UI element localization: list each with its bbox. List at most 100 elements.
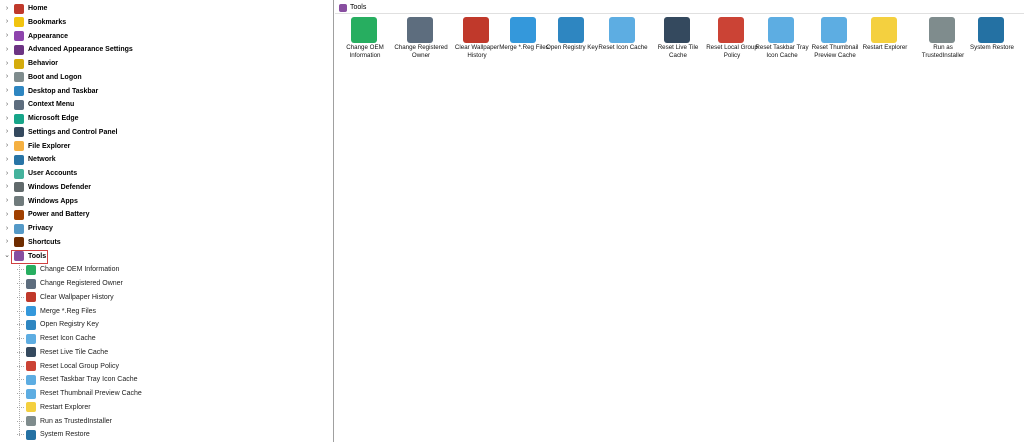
tree-item-settings-and-control-panel[interactable]: › Settings and Control Panel bbox=[2, 126, 332, 139]
chevron-right-icon[interactable]: › bbox=[4, 197, 10, 205]
tree-subitem-change-oem-information[interactable]: Change OEM Information bbox=[2, 263, 332, 276]
merge-reg-files-icon bbox=[26, 306, 36, 316]
tile-change-registered-owner[interactable]: Change Registered Owner bbox=[393, 15, 449, 63]
merge-reg-files-icon bbox=[510, 17, 536, 43]
chevron-right-icon[interactable]: › bbox=[4, 101, 10, 109]
chevron-right-icon[interactable]: › bbox=[4, 60, 10, 68]
chevron-right-icon[interactable]: › bbox=[4, 170, 10, 178]
tree-item-context-menu[interactable]: › Context Menu bbox=[2, 98, 332, 111]
tree-item-advanced-appearance-settings[interactable]: › Advanced Appearance Settings bbox=[2, 43, 332, 56]
tree-subitem-label: System Restore bbox=[40, 431, 90, 439]
tree-subitem-open-registry-key[interactable]: Open Registry Key bbox=[2, 318, 332, 331]
open-registry-key-icon bbox=[558, 17, 584, 43]
tree-subitem-system-restore[interactable]: System Restore bbox=[2, 428, 332, 441]
tile-reset-live-tile-cache[interactable]: Reset Live Tile Cache bbox=[650, 15, 706, 63]
tree-item-microsoft-edge[interactable]: › Microsoft Edge bbox=[2, 112, 332, 125]
tile-reset-icon-cache[interactable]: Reset Icon Cache bbox=[595, 15, 651, 63]
tree-item-network[interactable]: › Network bbox=[2, 153, 332, 166]
chevron-right-icon[interactable]: › bbox=[4, 183, 10, 191]
clear-wallpaper-history-icon bbox=[26, 292, 36, 303]
tree-subitem-label: Run as TrustedInstaller bbox=[40, 417, 112, 425]
chevron-down-icon[interactable]: ⌄ bbox=[4, 252, 10, 260]
chevron-right-icon[interactable]: › bbox=[4, 5, 10, 13]
chevron-right-icon[interactable]: › bbox=[4, 211, 10, 219]
chevron-right-icon[interactable]: › bbox=[4, 32, 10, 40]
tree-subitem-label: Merge *.Reg Files bbox=[40, 307, 97, 315]
tree-item-windows-apps[interactable]: › Windows Apps bbox=[2, 195, 332, 208]
tree-subitem-label: Change OEM Information bbox=[40, 266, 120, 274]
change-registered-owner-icon bbox=[407, 17, 433, 43]
tree-item-label: Home bbox=[28, 5, 48, 12]
tile-reset-thumbnail-preview-cache[interactable]: Reset Thumbnail Preview Cache bbox=[807, 15, 863, 63]
tree-connector bbox=[17, 365, 24, 367]
tree-subitem-merge-reg-files[interactable]: Merge *.Reg Files bbox=[2, 305, 332, 318]
tree-connector bbox=[17, 351, 24, 353]
user-accounts-icon bbox=[14, 168, 24, 179]
tree-subitem-clear-wallpaper-history[interactable]: Clear Wallpaper History bbox=[2, 291, 332, 304]
tree-item-file-explorer[interactable]: › File Explorer bbox=[2, 140, 332, 153]
tree-connector bbox=[17, 310, 24, 312]
settings-and-control-panel-icon bbox=[14, 127, 24, 138]
tree-item-label: Privacy bbox=[28, 225, 53, 232]
tree-subitem-reset-local-group-policy[interactable]: Reset Local Group Policy bbox=[2, 360, 332, 373]
navigation-tree: › Home › Bookmarks › Appearance › Advanced Appe… bbox=[2, 0, 334, 442]
tree-item-appearance[interactable]: › Appearance bbox=[2, 30, 332, 43]
tree-item-desktop-and-taskbar[interactable]: › Desktop and Taskbar bbox=[2, 85, 332, 98]
tile-label: Run as TrustedInstaller bbox=[921, 44, 965, 59]
chevron-right-icon[interactable]: › bbox=[4, 87, 10, 95]
tree-item-behavior[interactable]: › Behavior bbox=[2, 57, 332, 70]
chevron-right-icon[interactable]: › bbox=[4, 238, 10, 246]
tree-subitem-label: Reset Thumbnail Preview Cache bbox=[40, 390, 142, 397]
tile-label: Reset Live Tile Cache bbox=[657, 44, 699, 59]
tree-item-label: Power and Battery bbox=[28, 211, 90, 219]
tree-item-shortcuts[interactable]: › Shortcuts bbox=[2, 236, 332, 249]
open-registry-key-icon bbox=[26, 319, 36, 330]
tile-label: Restart Explorer bbox=[862, 44, 908, 51]
tile-reset-taskbar-tray-icon-cache[interactable]: Reset Taskbar Tray Icon Cache bbox=[754, 15, 810, 63]
tile-change-oem-information[interactable]: Change OEM Information bbox=[337, 15, 393, 63]
tree-item-privacy[interactable]: › Privacy bbox=[2, 222, 332, 235]
home-icon bbox=[14, 3, 24, 14]
tree-item-power-and-battery[interactable]: › Power and Battery bbox=[2, 208, 332, 221]
tile-label: Reset Thumbnail Preview Cache bbox=[811, 44, 859, 59]
tree-connector bbox=[17, 434, 24, 436]
chevron-right-icon[interactable]: › bbox=[4, 115, 10, 123]
reset-live-tile-cache-icon bbox=[664, 17, 690, 43]
tile-system-restore[interactable]: System Restore bbox=[964, 15, 1020, 63]
chevron-right-icon[interactable]: › bbox=[4, 18, 10, 26]
chevron-right-icon[interactable]: › bbox=[4, 142, 10, 150]
tree-item-user-accounts[interactable]: › User Accounts bbox=[2, 167, 332, 180]
tree-subitem-reset-taskbar-tray-icon-cache[interactable]: Reset Taskbar Tray Icon Cache bbox=[2, 373, 332, 386]
tree-item-bookmarks[interactable]: › Bookmarks bbox=[2, 16, 332, 29]
tile-run-as-trustedinstaller[interactable]: Run as TrustedInstaller bbox=[915, 15, 971, 63]
tree-subitem-reset-thumbnail-preview-cache[interactable]: Reset Thumbnail Preview Cache bbox=[2, 387, 332, 400]
tile-reset-local-group-policy[interactable]: Reset Local Group Policy bbox=[704, 15, 760, 63]
boot-and-logon-icon bbox=[14, 72, 24, 83]
breadcrumb: Tools bbox=[339, 2, 366, 13]
tree-subitem-reset-icon-cache[interactable]: Reset Icon Cache bbox=[2, 332, 332, 345]
chevron-right-icon[interactable]: › bbox=[4, 46, 10, 54]
chevron-right-icon[interactable]: › bbox=[4, 128, 10, 136]
tree-subitem-label: Reset Taskbar Tray Icon Cache bbox=[40, 376, 138, 384]
tile-open-registry-key[interactable]: Open Registry Key bbox=[544, 15, 600, 63]
chevron-right-icon[interactable]: › bbox=[4, 225, 10, 233]
change-oem-information-icon bbox=[26, 264, 36, 275]
tile-label: Reset Local Group Policy bbox=[706, 44, 758, 59]
tree-item-label: Network bbox=[28, 156, 56, 164]
shortcuts-icon bbox=[14, 237, 24, 248]
tree-subitem-label: Restart Explorer bbox=[40, 403, 91, 411]
tree-subitem-change-registered-owner[interactable]: Change Registered Owner bbox=[2, 277, 332, 290]
tools-icon bbox=[339, 3, 347, 12]
tree-subitem-run-as-trustedinstaller[interactable]: Run as TrustedInstaller bbox=[2, 415, 332, 428]
tree-subitem-reset-live-tile-cache[interactable]: Reset Live Tile Cache bbox=[2, 346, 332, 359]
tree-item-home[interactable]: › Home bbox=[2, 2, 332, 15]
reset-icon-cache-icon bbox=[26, 333, 36, 344]
chevron-right-icon[interactable]: › bbox=[4, 156, 10, 164]
tile-restart-explorer[interactable]: Restart Explorer bbox=[857, 15, 913, 63]
chevron-right-icon[interactable]: › bbox=[4, 73, 10, 81]
tree-item-boot-and-logon[interactable]: › Boot and Logon bbox=[2, 71, 332, 84]
tree-item-tools[interactable]: ⌄ Tools bbox=[2, 249, 332, 264]
tree-subitem-restart-explorer[interactable]: Restart Explorer bbox=[2, 401, 332, 414]
tree-item-windows-defender[interactable]: › Windows Defender bbox=[2, 181, 332, 194]
tile-label: Open Registry Key bbox=[546, 44, 598, 51]
